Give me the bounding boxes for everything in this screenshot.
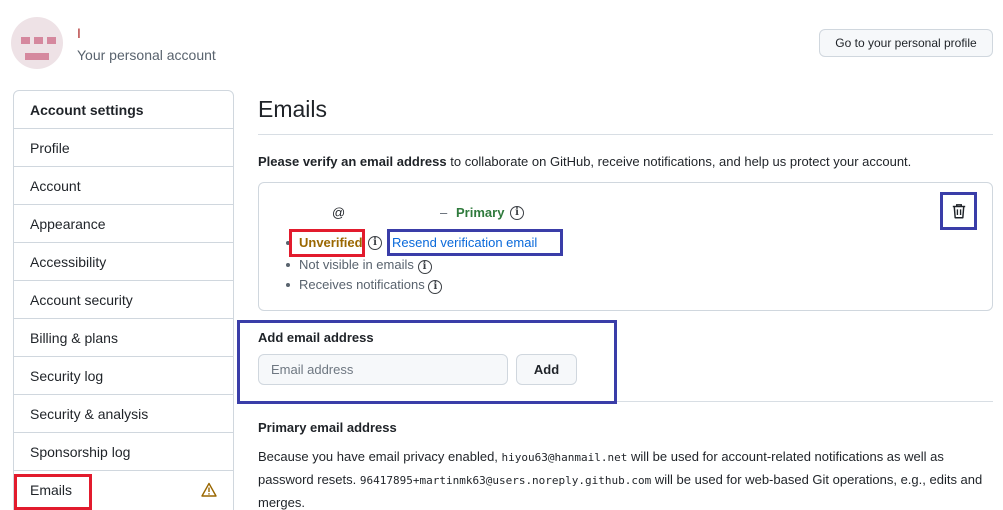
sidebar-item-label: Accessibility xyxy=(30,253,107,270)
sidebar-item-sponsorship-log[interactable]: Sponsorship log xyxy=(14,433,233,471)
bullet xyxy=(286,241,290,245)
sidebar-item-security-log[interactable]: Security log xyxy=(14,357,233,395)
info-icon[interactable]: i xyxy=(368,236,382,250)
info-icon[interactable]: i xyxy=(428,280,443,294)
trash-icon[interactable] xyxy=(950,202,968,220)
sidebar-item-label: Account security xyxy=(30,291,133,308)
sidebar-item-label: Billing & plans xyxy=(30,329,118,346)
sidebar-item-account[interactable]: Account xyxy=(14,167,233,205)
divider xyxy=(258,401,993,402)
account-subtitle: Your personal account xyxy=(77,47,216,63)
noreply-email: 96417895+martinmk63@users.noreply.github… xyxy=(359,474,652,487)
divider xyxy=(258,134,993,135)
sidebar-item-label: Appearance xyxy=(30,215,106,232)
unverified-badge: Unverified xyxy=(299,235,363,250)
sidebar-item-label: Security log xyxy=(30,367,104,384)
sidebar-item-billing[interactable]: Billing & plans xyxy=(14,319,233,357)
sidebar-item-label: Emails xyxy=(30,482,73,498)
sidebar-item-label: Account xyxy=(30,177,81,194)
verify-notice-bold: Please verify an email address xyxy=(258,154,447,169)
page-title: Emails xyxy=(258,96,328,122)
primary-email-heading: Primary email address xyxy=(258,420,397,435)
primary-label: Primary xyxy=(456,205,505,220)
add-email-button[interactable]: Add xyxy=(516,354,577,385)
resend-verification-link[interactable]: Resend verification email xyxy=(392,235,537,250)
primary-email-description: Because you have email privacy enabled, … xyxy=(258,446,993,510)
desc-text: Because you have email privacy enabled, xyxy=(258,449,502,464)
sidebar-item-accessibility[interactable]: Accessibility xyxy=(14,243,233,281)
settings-sidebar: Account settings Profile Account Appeara… xyxy=(13,90,234,510)
account-name: I xyxy=(77,25,81,41)
sidebar-item-profile[interactable]: Profile xyxy=(14,129,233,167)
sidebar-item-appearance[interactable]: Appearance xyxy=(14,205,233,243)
warning-icon xyxy=(201,482,217,497)
email-input[interactable] xyxy=(258,354,508,385)
sidebar-item-emails[interactable]: Emails xyxy=(14,471,233,509)
sidebar-item-security-analysis[interactable]: Security & analysis xyxy=(14,395,233,433)
sidebar-item-label: Security & analysis xyxy=(30,405,149,422)
verify-notice-rest: to collaborate on GitHub, receive notifi… xyxy=(446,154,912,169)
visibility-status: Not visible in emails i xyxy=(299,257,432,274)
go-to-profile-button[interactable]: Go to your personal profile xyxy=(819,29,993,57)
info-icon[interactable]: i xyxy=(417,260,432,274)
sidebar-item-label: Profile xyxy=(30,139,70,156)
avatar[interactable] xyxy=(11,17,63,69)
bullet xyxy=(286,283,290,287)
notification-status: Receives notifications i xyxy=(299,277,443,294)
add-email-label: Add email address xyxy=(258,330,374,345)
sidebar-item-account-security[interactable]: Account security xyxy=(14,281,233,319)
private-email: hiyou63@hanmail.net xyxy=(501,451,628,464)
notifications-text: Receives notifications xyxy=(299,277,425,292)
visibility-text: Not visible in emails xyxy=(299,257,414,272)
email-dash: – xyxy=(440,205,448,220)
bullet xyxy=(286,263,290,267)
sidebar-heading: Account settings xyxy=(14,91,233,129)
email-address: @ xyxy=(332,205,346,220)
verify-notice: Please verify an email address to collab… xyxy=(258,154,911,169)
info-icon[interactable]: i xyxy=(510,206,524,220)
sidebar-item-label: Sponsorship log xyxy=(30,443,131,460)
